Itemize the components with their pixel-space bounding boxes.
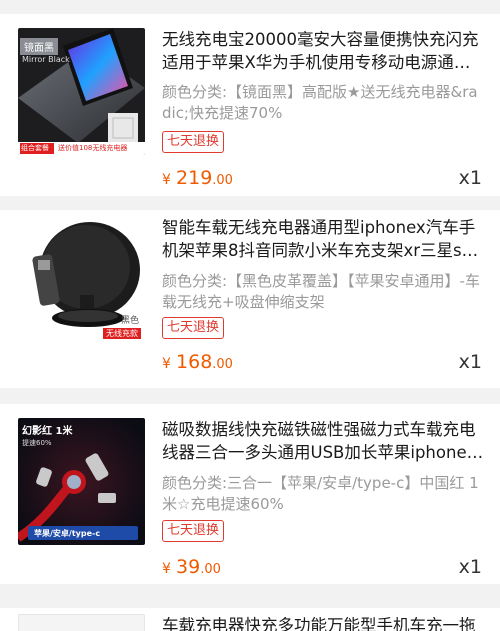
thumb-badge: 镜面黑	[20, 38, 58, 55]
price-integer: 39	[176, 556, 201, 578]
product-thumbnail-power-bank[interactable]: 镜面黑 Mirror Black 组合套餐 送价值108无线充电器	[18, 28, 145, 155]
product-price: ¥ 168.00	[162, 351, 233, 373]
thumb-variant-label: 无线充款	[103, 328, 141, 339]
product-spec: 颜色分类:【黑色皮革覆盖】【苹果安卓通用】-车载无线充+吸盘伸缩支架	[162, 272, 480, 311]
thumb-color-label: 黑色	[120, 316, 139, 326]
price-decimal: .00	[212, 357, 233, 372]
price-integer: 168	[176, 351, 213, 373]
return-policy-tag: 七天退换	[162, 317, 225, 339]
currency-symbol: ¥	[162, 356, 171, 372]
thumb-promo-left: 组合套餐	[21, 144, 49, 152]
product-spec: 颜色分类:三合一【苹果/安卓/type-c】中国红 1米☆充电提速60%	[162, 474, 479, 513]
product-title[interactable]: 磁吸数据线快充磁铁磁性强磁力式车载充电线器三合一多头通用USB加长苹果iphon…	[162, 418, 484, 464]
order-item-2[interactable]: 黑色 无线充款 智能车载无线充电器通用型iphonex汽车手机架苹果8抖音同款小…	[0, 210, 500, 388]
thumb-subtitle: Mirror Black	[22, 55, 70, 64]
product-spec: 颜色分类:【镜面黑】高配版★送无线充电器&radic;快充提速70%	[162, 83, 478, 122]
price-integer: 219	[176, 167, 213, 189]
thumb-bottom-label: 苹果/安卓/type-c	[34, 529, 101, 538]
product-title[interactable]: 车载充电器快充多功能万能型手机车充一拖	[162, 614, 484, 631]
thumb-promo-right: 送价值108无线充电器	[58, 144, 128, 152]
product-price: ¥ 219.00	[162, 167, 233, 189]
quantity: x1	[458, 167, 482, 189]
currency-symbol: ¥	[162, 561, 171, 577]
product-thumbnail-car-charger[interactable]: 黑色 无线充款	[18, 215, 145, 342]
order-item-1[interactable]: 镜面黑 Mirror Black 组合套餐 送价值108无线充电器 无线充电宝2…	[0, 14, 500, 196]
product-title[interactable]: 无线充电宝20000毫安大容量便携快充闪充适用于苹果X华为手机使用专移动电源通用…	[162, 28, 484, 74]
price-decimal: .00	[212, 173, 233, 188]
currency-symbol: ¥	[162, 172, 171, 188]
order-item-4[interactable]: 车载充电器快充多功能万能型手机车充一拖	[0, 608, 500, 631]
product-price: ¥ 39.00	[162, 556, 221, 578]
thumb-title: 幻影红 1米	[22, 426, 73, 437]
return-policy-tag: 七天退换	[162, 131, 225, 153]
order-item-3[interactable]: 幻影红 1米 提速60% 苹果/安卓/type-c 磁吸数据线快充磁铁磁性强磁力…	[0, 404, 500, 584]
product-title[interactable]: 智能车载无线充电器通用型iphonex汽车手机架苹果8抖音同款小米车充支架xr三…	[162, 216, 484, 262]
return-policy-tag: 七天退换	[162, 520, 225, 542]
quantity: x1	[458, 351, 482, 373]
product-thumbnail-4[interactable]	[18, 614, 145, 631]
product-thumbnail-magnetic-cable[interactable]: 幻影红 1米 提速60% 苹果/安卓/type-c	[18, 418, 145, 545]
quantity: x1	[458, 556, 482, 578]
price-decimal: .00	[200, 562, 221, 577]
thumb-subtitle: 提速60%	[22, 439, 52, 447]
